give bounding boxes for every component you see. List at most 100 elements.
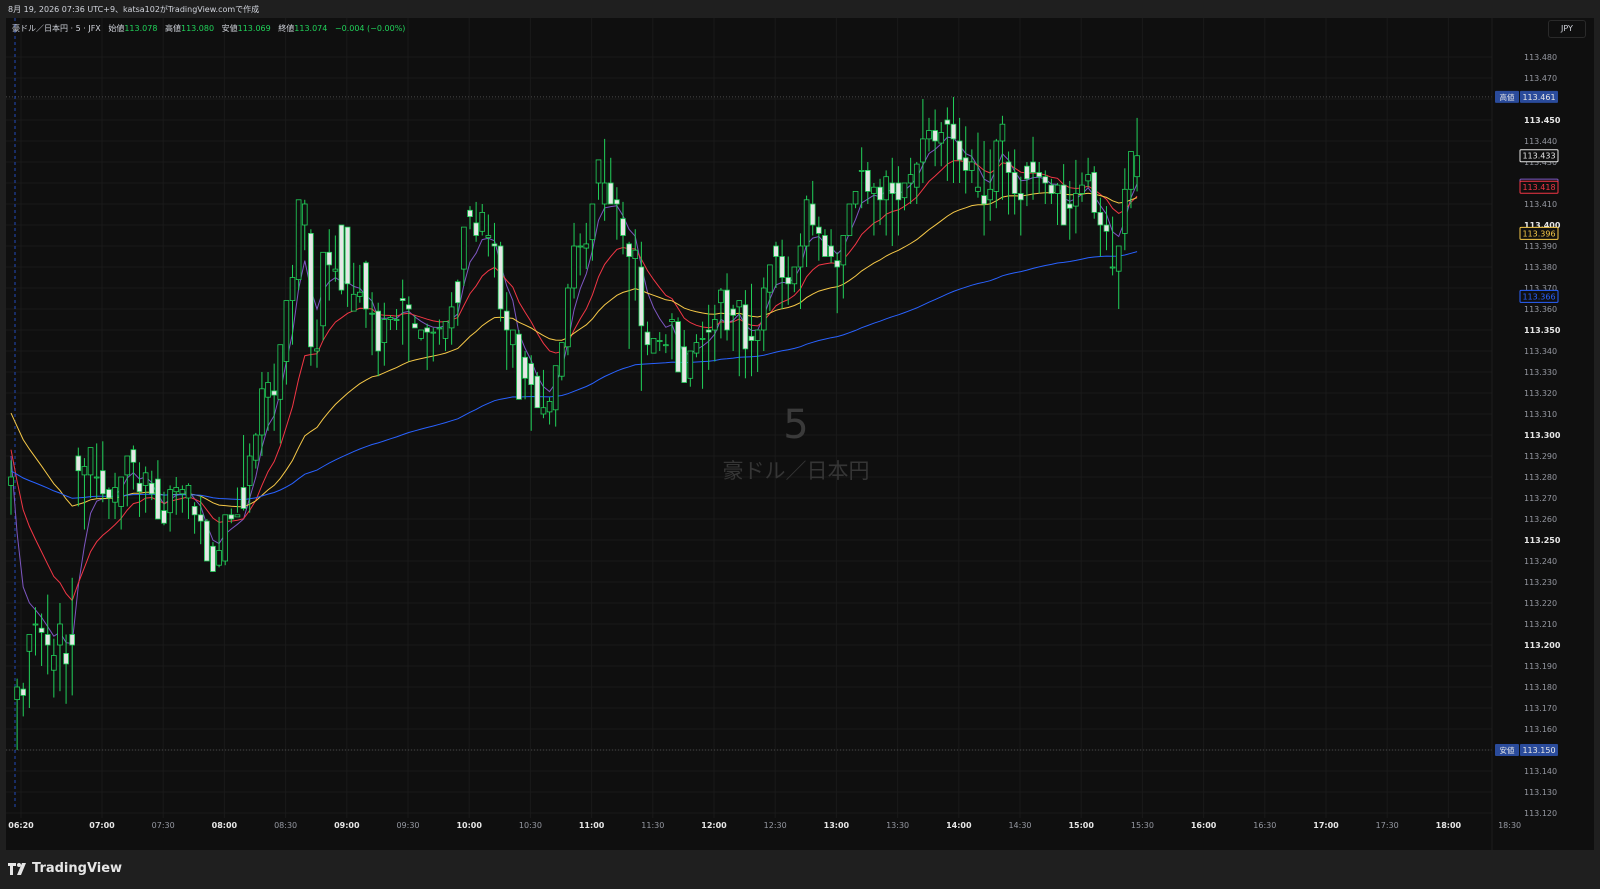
candle[interactable] — [338, 224, 345, 295]
candle[interactable] — [595, 159, 602, 200]
currency-button[interactable]: JPY — [1548, 20, 1586, 38]
candle[interactable] — [234, 487, 241, 518]
candle[interactable] — [497, 241, 504, 322]
candle[interactable] — [822, 229, 828, 257]
candle[interactable] — [1060, 164, 1067, 226]
candle[interactable] — [485, 214, 492, 257]
candle[interactable] — [412, 315, 418, 329]
candle[interactable] — [130, 445, 137, 490]
candle[interactable] — [858, 147, 865, 209]
candle[interactable] — [944, 107, 951, 181]
candle[interactable] — [516, 330, 522, 400]
candle[interactable] — [583, 222, 590, 270]
candle[interactable] — [571, 222, 577, 299]
candle[interactable] — [197, 495, 204, 545]
candle[interactable] — [632, 229, 639, 301]
candle[interactable] — [32, 607, 39, 656]
candle[interactable] — [295, 199, 302, 291]
candle[interactable] — [38, 613, 45, 667]
candle[interactable] — [20, 682, 27, 717]
candle[interactable] — [320, 251, 326, 341]
candle[interactable] — [681, 330, 687, 383]
tradingview-logo[interactable]: TradingView — [8, 861, 122, 876]
candle[interactable] — [454, 279, 461, 326]
candle[interactable] — [26, 634, 33, 709]
candle[interactable] — [693, 334, 700, 358]
candle[interactable] — [357, 264, 363, 303]
candle[interactable] — [846, 203, 853, 236]
candle[interactable] — [656, 332, 663, 351]
candle[interactable] — [785, 256, 792, 305]
candle[interactable] — [803, 195, 810, 267]
candle[interactable] — [828, 229, 834, 263]
candle[interactable] — [510, 329, 516, 368]
candle[interactable] — [1115, 245, 1122, 309]
candle[interactable] — [326, 229, 333, 301]
candle[interactable] — [93, 443, 100, 498]
candle[interactable] — [920, 99, 926, 183]
candle[interactable] — [1066, 180, 1073, 240]
candle[interactable] — [534, 372, 541, 409]
candle[interactable] — [981, 141, 987, 236]
candle[interactable] — [222, 514, 229, 566]
candle[interactable] — [289, 264, 296, 345]
candle[interactable] — [308, 229, 314, 366]
candle[interactable] — [620, 201, 626, 255]
candle[interactable] — [1079, 172, 1085, 202]
candle[interactable] — [614, 187, 620, 240]
candle[interactable] — [314, 319, 320, 368]
candle[interactable] — [271, 363, 277, 431]
candle[interactable] — [901, 182, 908, 211]
candle[interactable] — [730, 304, 736, 351]
candle[interactable] — [589, 203, 596, 261]
candle[interactable] — [969, 149, 975, 183]
candle[interactable] — [1018, 176, 1024, 236]
candle[interactable] — [106, 487, 112, 520]
candle[interactable] — [760, 277, 767, 352]
candle[interactable] — [644, 321, 651, 356]
candle[interactable] — [913, 162, 920, 204]
candle[interactable] — [265, 372, 271, 431]
candle[interactable] — [907, 157, 914, 204]
candle[interactable] — [779, 239, 785, 309]
candle[interactable] — [1091, 166, 1098, 219]
candle[interactable] — [161, 491, 167, 526]
candle[interactable] — [301, 199, 308, 251]
candle[interactable] — [675, 317, 681, 373]
candle[interactable] — [546, 397, 553, 425]
candle[interactable] — [277, 344, 284, 444]
candle[interactable] — [956, 117, 963, 183]
candle[interactable] — [993, 138, 1000, 209]
candle[interactable] — [191, 502, 198, 534]
candle[interactable] — [210, 542, 216, 572]
candle[interactable] — [418, 329, 424, 341]
candle[interactable] — [852, 190, 859, 209]
candle[interactable] — [650, 337, 657, 354]
candle[interactable] — [938, 122, 945, 167]
candle[interactable] — [736, 300, 743, 377]
candle[interactable] — [479, 204, 486, 236]
candle[interactable] — [393, 309, 400, 330]
candle[interactable] — [889, 157, 896, 246]
candle[interactable] — [204, 519, 210, 562]
candle[interactable] — [387, 315, 394, 330]
candle[interactable] — [626, 241, 632, 349]
candle[interactable] — [663, 334, 669, 354]
candle[interactable] — [522, 351, 528, 400]
candle[interactable] — [118, 476, 124, 530]
candle[interactable] — [57, 603, 63, 692]
candle[interactable] — [1011, 149, 1018, 215]
candle[interactable] — [638, 241, 645, 391]
candle[interactable] — [252, 432, 259, 469]
candle[interactable] — [100, 441, 106, 503]
candle[interactable] — [344, 226, 351, 307]
candle[interactable] — [375, 302, 381, 377]
candle[interactable] — [1030, 136, 1036, 200]
candle[interactable] — [467, 206, 473, 230]
candle[interactable] — [797, 233, 804, 309]
candle[interactable] — [167, 485, 173, 532]
candle[interactable] — [883, 170, 889, 236]
candle[interactable] — [871, 183, 877, 236]
candle[interactable] — [601, 138, 608, 221]
candle[interactable] — [687, 350, 694, 387]
